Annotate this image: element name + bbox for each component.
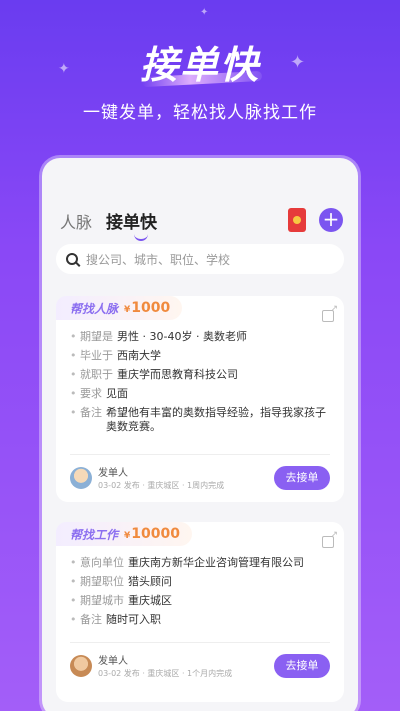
order-type-badge: 帮找人脉 ¥1000 — [56, 296, 183, 320]
hero-title: 接单快 — [139, 43, 260, 87]
order-footer: 发单人 03-02 发布 · 重庆城区 · 1个月内完成 去接单 — [70, 652, 330, 679]
order-type-label: 帮找工作 — [70, 527, 119, 542]
detail-row: • 备注 希望他有丰富的奥数指导经验，指导我家孩子奥数竞赛。 — [70, 406, 326, 433]
poster-name: 发单人 — [98, 468, 128, 479]
add-button[interactable]: + — [319, 208, 343, 232]
tab-renmai[interactable]: 人脉 — [60, 209, 92, 233]
divider — [70, 454, 330, 455]
detail-row: • 毕业于 西南大学 — [70, 349, 161, 362]
tab-bar: 人脉 接单快 — [60, 208, 157, 241]
order-footer: 发单人 03-02 发布 · 重庆城区 · 1周内完成 去接单 — [70, 464, 330, 491]
detail-row: • 备注 随时可入职 — [70, 613, 161, 626]
tab-jiedankuai[interactable]: 接单快 — [106, 208, 157, 241]
share-icon[interactable] — [322, 530, 338, 548]
phone-screen: 人脉 接单快 + 搜公司、城市、职位、学校 帮找人脉 ¥1000 •期望是男性 … — [42, 158, 358, 711]
sparkle-icon: ✦ — [200, 7, 209, 18]
take-order-button[interactable]: 去接单 — [274, 465, 330, 490]
divider — [70, 642, 330, 643]
search-bar[interactable]: 搜公司、城市、职位、学校 — [56, 244, 344, 274]
reward-amount: ¥10000 — [124, 526, 180, 542]
order-details: • 期望是 男性 · 30-40岁 · 奥数老师 • 毕业于 西南大学 • 就职于 重庆学而… — [70, 330, 332, 439]
order-details: • 意向单位 重庆南方新华企业咨询管理有限公司 • 期望职位 猎头顾问 • 期望城市 重庆城… — [70, 556, 332, 632]
detail-row: • 就职于 重庆学而思教育科技公司 — [70, 368, 238, 381]
detail-row: • 要求 见面 — [70, 387, 128, 400]
reward-amount: ¥1000 — [124, 300, 171, 316]
order-card[interactable]: 帮找工作 ¥10000 •意向单位重庆南方新华企业咨询管理有限公司 •期望职位猎… — [56, 522, 344, 702]
search-icon — [66, 253, 78, 265]
poster-meta: 03-02 发布 · 重庆城区 · 1个月内完成 — [98, 669, 233, 678]
take-order-button[interactable]: 去接单 — [274, 653, 330, 678]
poster-meta: 03-02 发布 · 重庆城区 · 1周内完成 — [98, 481, 225, 490]
detail-row: • 意向单位 重庆南方新华企业咨询管理有限公司 — [70, 556, 304, 569]
red-packet-icon[interactable] — [288, 208, 306, 232]
share-icon[interactable] — [322, 304, 338, 322]
detail-row: • 期望城市 重庆城区 — [70, 594, 172, 607]
order-type-label: 帮找人脉 — [70, 301, 119, 316]
poster-name: 发单人 — [98, 656, 128, 667]
search-input[interactable]: 搜公司、城市、职位、学校 — [86, 251, 230, 268]
avatar — [70, 654, 92, 677]
detail-row: • 期望职位 猎头顾问 — [70, 575, 172, 588]
hero-subtitle: 一键发单，轻松找人脉找工作 — [83, 103, 317, 123]
order-card[interactable]: 帮找人脉 ¥1000 •期望是男性 · 30-40岁 · 奥数老师 •毕业于西南… — [56, 296, 344, 502]
order-type-badge: 帮找工作 ¥10000 — [56, 522, 192, 546]
detail-row: • 期望是 男性 · 30-40岁 · 奥数老师 — [70, 330, 247, 343]
avatar — [70, 466, 92, 489]
